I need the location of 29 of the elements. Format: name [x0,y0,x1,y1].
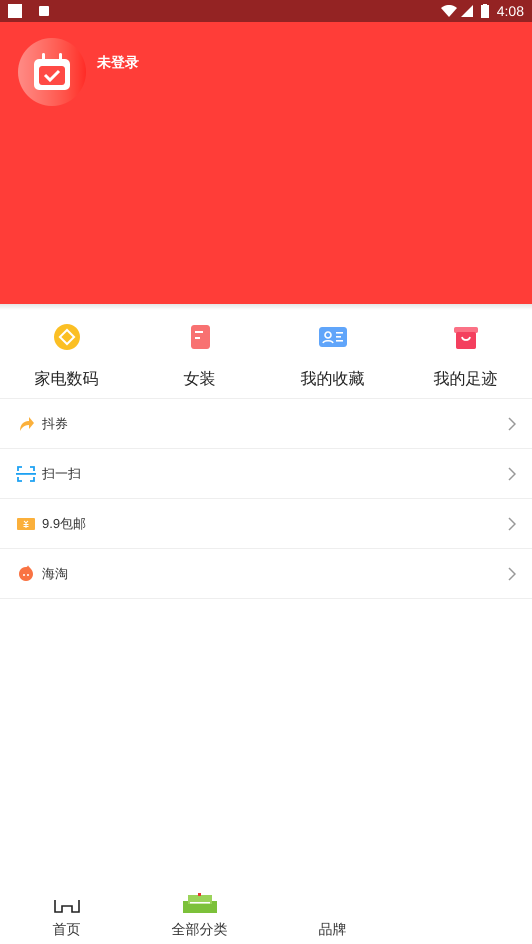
wifi-icon [440,5,457,17]
diamond-coin-icon [52,322,82,352]
menu-row[interactable]: 抖券 [0,399,532,449]
notification-square-icon [8,4,22,18]
app-notification-icon [39,6,49,16]
share-arrow-icon [17,414,35,432]
tab-bar-item[interactable]: 首页 [0,878,133,940]
chevron-right-icon [508,466,516,480]
menu-row[interactable]: 9.9包邮 [0,499,532,549]
tab-bar-item[interactable]: 品牌 [266,878,399,940]
ticket-icon [17,516,35,530]
menu-row[interactable]: 扫一扫 [0,449,532,499]
home-icon [54,899,80,913]
menu-row[interactable]: 海淘 [0,549,532,599]
chevron-right-icon [508,566,516,580]
blob-face-icon [17,564,35,582]
signal-icon [460,5,473,17]
login-status-text[interactable]: 未登录 [97,52,139,73]
chevron-right-icon [508,516,516,530]
chevron-right-icon [508,416,516,430]
shortcut-item[interactable]: 我的收藏 [266,322,399,392]
tab-bar-item[interactable]: 全部分类 [133,878,266,940]
tray-icon [182,893,216,913]
shortcut-item[interactable]: 我的足迹 [399,322,532,392]
battery-icon [480,4,489,18]
shortcut-item[interactable]: 女装 [133,322,266,392]
scan-icon [16,464,36,482]
clock-text: 4:08 [496,2,524,20]
shortcut-item[interactable]: 家电数码 [0,322,133,392]
